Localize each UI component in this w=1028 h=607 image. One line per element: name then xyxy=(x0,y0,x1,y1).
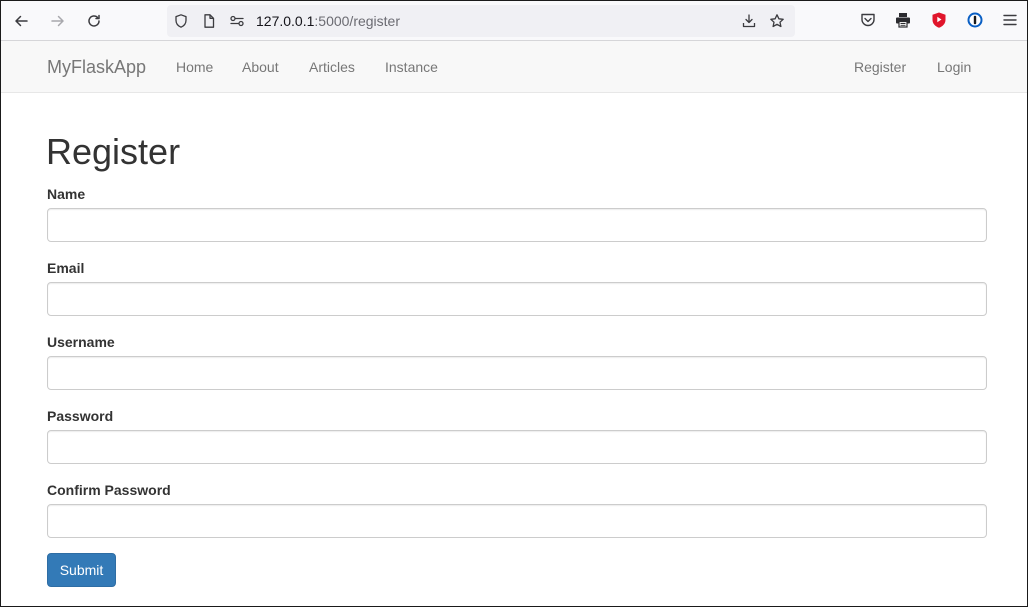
email-label: Email xyxy=(47,260,85,276)
password-label: Password xyxy=(47,408,114,424)
username-label: Username xyxy=(47,334,115,350)
brand-link[interactable]: MyFlaskApp xyxy=(47,56,146,78)
password-input[interactable] xyxy=(47,430,987,464)
forward-arrow-icon[interactable] xyxy=(46,9,70,33)
confirm-password-label: Confirm Password xyxy=(47,482,171,498)
browser-toolbar: 127.0.0.1:5000/register xyxy=(1,1,1027,41)
download-icon[interactable] xyxy=(741,13,757,29)
site-navbar: MyFlaskApp Home About Articles Instance … xyxy=(1,41,1027,93)
shield-icon[interactable] xyxy=(173,13,189,29)
nav-link-login[interactable]: Login xyxy=(937,58,971,76)
hamburger-menu-icon[interactable] xyxy=(1000,10,1020,30)
pocket-icon[interactable] xyxy=(858,10,878,30)
nav-link-about[interactable]: About xyxy=(242,58,279,76)
extension-play-icon[interactable] xyxy=(929,10,949,30)
page-title: Register xyxy=(46,131,181,172)
url-text[interactable]: 127.0.0.1:5000/register xyxy=(256,13,400,29)
nav-link-home[interactable]: Home xyxy=(176,58,213,76)
submit-button[interactable]: Submit xyxy=(47,553,116,587)
username-input[interactable] xyxy=(47,356,987,390)
nav-link-instance[interactable]: Instance xyxy=(385,58,438,76)
email-input[interactable] xyxy=(47,282,987,316)
permissions-icon[interactable] xyxy=(229,13,245,29)
name-label: Name xyxy=(47,186,86,202)
name-input[interactable] xyxy=(47,208,987,242)
bookmark-star-icon[interactable] xyxy=(769,13,785,29)
url-host: 127.0.0.1 xyxy=(256,13,315,29)
printer-icon[interactable] xyxy=(893,10,913,30)
nav-link-articles[interactable]: Articles xyxy=(309,58,355,76)
confirm-password-input[interactable] xyxy=(47,504,987,538)
page-icon xyxy=(201,13,217,29)
reload-icon[interactable] xyxy=(82,9,106,33)
back-arrow-icon[interactable] xyxy=(9,9,33,33)
url-bar[interactable]: 127.0.0.1:5000/register xyxy=(167,5,795,37)
password-manager-icon[interactable] xyxy=(965,10,985,30)
url-path: :5000/register xyxy=(314,13,400,29)
nav-link-register[interactable]: Register xyxy=(854,58,906,76)
